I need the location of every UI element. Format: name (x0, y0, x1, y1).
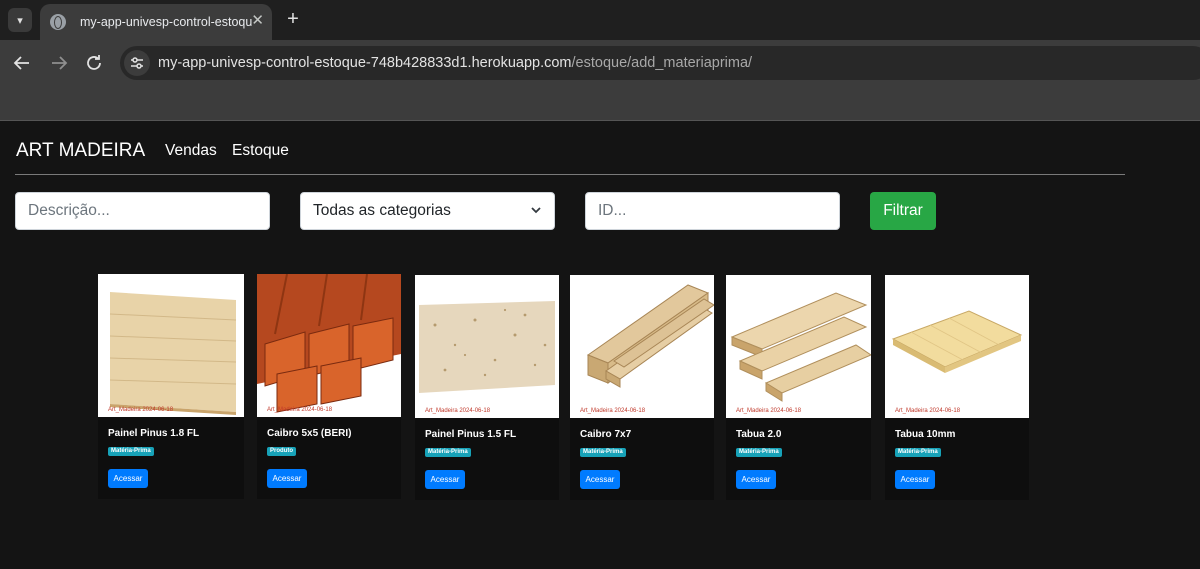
url-host: my-app-univesp-control-estoque-748b42883… (158, 55, 572, 71)
tab-title: my-app-univesp-control-estoque (80, 15, 252, 29)
product-card: Art_Madeira 2024-06-18 Caibro 7x7 Matéri… (570, 275, 714, 500)
new-tab-button[interactable]: + (282, 8, 304, 30)
web-page: ART MADEIRA Vendas Estoque Descrição... … (0, 121, 1200, 569)
filter-button[interactable]: Filtrar (870, 192, 936, 230)
url-text: my-app-univesp-control-estoque-748b42883… (158, 55, 752, 71)
chevron-down-icon: ▾ (17, 14, 23, 27)
description-input[interactable]: Descrição... (15, 192, 270, 230)
category-select[interactable]: Todas as categorias (300, 192, 555, 230)
category-badge: Matéria-Prima (108, 447, 154, 456)
reload-icon[interactable] (83, 52, 105, 74)
nav-link-vendas[interactable]: Vendas (165, 142, 217, 160)
category-selected: Todas as categorias (313, 202, 451, 219)
browser-toolbar: my-app-univesp-control-estoque-748b42883… (0, 40, 1200, 86)
image-watermark: Art_Madeira 2024-06-18 (108, 407, 174, 413)
forward-arrow-icon[interactable] (48, 52, 70, 74)
image-watermark: Art_Madeira 2024-06-18 (425, 408, 491, 414)
pine-beams-icon (570, 275, 714, 418)
tab-search-button[interactable]: ▾ (8, 8, 32, 32)
pine-boards-icon (726, 275, 871, 418)
id-input[interactable]: ID... (585, 192, 840, 230)
category-badge: Matéria-Prima (425, 448, 471, 457)
access-button[interactable]: Acessar (267, 469, 307, 488)
particle-board-icon (415, 275, 559, 418)
nav-link-estoque[interactable]: Estoque (232, 142, 289, 160)
product-card: Art_Madeira 2024-06-18 Caibro 5x5 (BERI)… (257, 274, 401, 499)
wood-panel-icon (98, 274, 244, 417)
product-card: Art_Madeira 2024-06-18 Painel Pinus 1.8 … (98, 274, 244, 499)
image-watermark: Art_Madeira 2024-06-18 (736, 408, 802, 414)
product-name: Caibro 5x5 (BERI) (267, 428, 352, 439)
image-watermark: Art_Madeira 2024-06-18 (895, 408, 961, 414)
category-badge: Matéria-Prima (895, 448, 941, 457)
image-watermark: Art_Madeira 2024-06-18 (580, 408, 646, 414)
category-badge: Produto (267, 447, 296, 456)
access-button[interactable]: Acessar (895, 470, 935, 489)
description-placeholder: Descrição... (28, 202, 110, 219)
thin-board-icon (885, 275, 1029, 418)
close-icon[interactable]: ✕ (251, 13, 264, 29)
category-badge: Matéria-Prima (736, 448, 782, 457)
access-button[interactable]: Acessar (580, 470, 620, 489)
divider (15, 174, 1125, 175)
product-name: Painel Pinus 1.8 FL (108, 428, 200, 439)
category-badge: Matéria-Prima (580, 448, 626, 457)
product-name: Tabua 10mm (895, 429, 956, 440)
brand-logo[interactable]: ART MADEIRA (16, 140, 145, 162)
browser-tab[interactable]: my-app-univesp-control-estoque ✕ (40, 4, 272, 40)
site-settings-icon[interactable] (124, 50, 150, 76)
back-arrow-icon[interactable] (11, 52, 33, 74)
id-placeholder: ID... (598, 202, 627, 219)
product-name: Tabua 2.0 (736, 429, 782, 440)
product-name: Caibro 7x7 (580, 429, 632, 440)
product-card: Art_Madeira 2024-06-18 Painel Pinus 1.5 … (415, 275, 559, 500)
globe-icon (50, 14, 66, 30)
product-card: Art_Madeira 2024-06-18 Tabua 2.0 Matéria… (726, 275, 871, 500)
red-beams-icon (257, 274, 401, 417)
chevron-down-icon (530, 204, 542, 219)
browser-tab-strip: ▾ my-app-univesp-control-estoque ✕ + (0, 0, 1200, 40)
access-button[interactable]: Acessar (736, 470, 776, 489)
image-watermark: Art_Madeira 2024-06-18 (267, 407, 333, 413)
product-name: Painel Pinus 1.5 FL (425, 429, 517, 440)
access-button[interactable]: Acessar (425, 470, 465, 489)
address-bar[interactable]: my-app-univesp-control-estoque-748b42883… (120, 46, 1200, 80)
bookmarks-bar (0, 86, 1200, 121)
product-card: Art_Madeira 2024-06-18 Tabua 10mm Matéri… (885, 275, 1029, 500)
url-path: /estoque/add_materiaprima/ (571, 55, 753, 71)
access-button[interactable]: Acessar (108, 469, 148, 488)
